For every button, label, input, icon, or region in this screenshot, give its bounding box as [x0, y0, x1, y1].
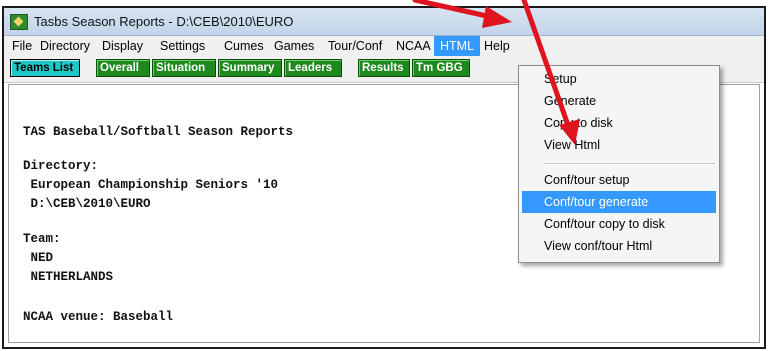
overall-button[interactable]: Overall — [96, 59, 150, 77]
report-heading: TAS Baseball/Softball Season Reports — [23, 125, 294, 139]
menu-item-setup[interactable]: Setup — [522, 68, 716, 90]
menu-html[interactable]: HTML — [434, 36, 481, 56]
menu-cumes[interactable]: Cumes — [218, 36, 270, 56]
leaders-button[interactable]: Leaders — [284, 59, 342, 77]
html-dropdown-menu: Setup Generate Copy to disk View Html Co… — [518, 65, 720, 263]
menu-item-conf-tour-copy-to-disk[interactable]: Conf/tour copy to disk — [522, 213, 716, 235]
directory-path: D:\CEB\2010\EURO — [23, 197, 151, 211]
menu-help[interactable]: Help — [478, 36, 516, 56]
menu-ncaa[interactable]: NCAA — [390, 36, 437, 56]
window-title: Tasbs Season Reports - D:\CEB\2010\EURO — [34, 14, 294, 29]
directory-label: Directory: — [23, 159, 99, 173]
tm-gbg-button[interactable]: Tm GBG — [412, 59, 470, 77]
menu-directory[interactable]: Directory — [34, 36, 96, 56]
menu-item-view-conf-tour-html[interactable]: View conf/tour Html — [522, 235, 716, 257]
directory-name: European Championship Seniors '10 — [23, 178, 279, 192]
menu-item-conf-tour-generate[interactable]: Conf/tour generate — [522, 191, 716, 213]
menu-item-view-html[interactable]: View Html — [522, 134, 716, 156]
menu-display[interactable]: Display — [96, 36, 149, 56]
ncaa-venue: NCAA venue: Baseball — [23, 310, 174, 324]
menu-settings[interactable]: Settings — [154, 36, 211, 56]
menu-item-copy-to-disk[interactable]: Copy to disk — [522, 112, 716, 134]
summary-button[interactable]: Summary — [218, 59, 282, 77]
menu-tour-conf[interactable]: Tour/Conf — [322, 36, 388, 56]
menu-item-conf-tour-setup[interactable]: Conf/tour setup — [522, 169, 716, 191]
results-button[interactable]: Results — [358, 59, 410, 77]
menu-games[interactable]: Games — [268, 36, 320, 56]
baseball-diamond-icon — [10, 14, 28, 30]
team-code: NED — [23, 251, 54, 265]
title-bar: Tasbs Season Reports - D:\CEB\2010\EURO — [4, 8, 764, 36]
situation-button[interactable]: Situation — [152, 59, 216, 77]
team-label: Team: — [23, 232, 61, 246]
menu-bar: File Directory Display Settings Cumes Ga… — [4, 36, 764, 56]
teams-list-button[interactable]: Teams List — [10, 59, 80, 77]
menu-item-generate[interactable]: Generate — [522, 90, 716, 112]
team-name: NETHERLANDS — [23, 270, 114, 284]
menu-separator — [543, 163, 715, 165]
